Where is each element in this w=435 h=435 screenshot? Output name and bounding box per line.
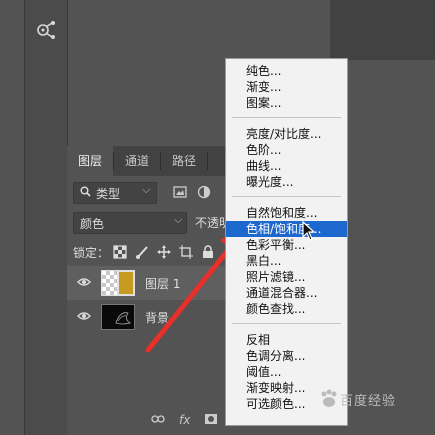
move-icon[interactable] [157, 245, 171, 259]
blend-mode-select[interactable]: 颜色 ⌵ [73, 212, 187, 234]
lock-label: 锁定： [73, 246, 110, 260]
tab-layers[interactable]: 图层 [67, 146, 113, 176]
puppet-warp-icon [37, 21, 55, 39]
search-icon [80, 186, 91, 200]
menu-item[interactable]: 色彩平衡... [226, 237, 347, 253]
image-filter-icon[interactable] [173, 185, 187, 199]
layer-thumbnail [101, 304, 135, 330]
layer-name[interactable]: 背景 [145, 309, 169, 326]
watermark-text: 百度经验 [340, 394, 397, 409]
tab-divider [207, 152, 208, 170]
brush-icon[interactable] [135, 245, 149, 259]
mouse-cursor-icon [302, 221, 316, 241]
tab-channels[interactable]: 通道 [114, 146, 160, 176]
menu-item[interactable]: 色调分离... [226, 348, 347, 364]
filter-type-select[interactable]: 类型 ⌵ [73, 182, 157, 204]
menu-item[interactable]: 通道混合器... [226, 285, 347, 301]
tools-panel [0, 0, 68, 435]
lock-transparent-icon[interactable] [113, 245, 127, 259]
menu-item[interactable]: 亮度/对比度... [226, 126, 347, 142]
fx-button[interactable]: fx [179, 413, 190, 427]
blend-mode-label: 颜色 [80, 217, 105, 231]
layer-row-background[interactable]: 背景 [67, 300, 227, 334]
menu-item[interactable]: 色相/饱和度... [226, 221, 347, 237]
menu-item[interactable]: 纯色... [226, 63, 347, 79]
chevron-down-icon: ⌵ [142, 183, 151, 196]
menu-item[interactable]: 颜色查找... [226, 301, 347, 317]
menu-item[interactable]: 黑白... [226, 253, 347, 269]
panel-tabs: 图层 通道 路径 [67, 146, 227, 176]
tool-column [24, 0, 68, 435]
mask-icon[interactable] [205, 413, 217, 427]
lock-icon[interactable] [201, 245, 215, 259]
background-image [115, 312, 131, 325]
menu-item[interactable]: 曝光度... [226, 174, 347, 190]
menu-item[interactable]: 阈值... [226, 364, 347, 380]
tab-paths[interactable]: 路径 [161, 146, 207, 176]
menu-separator [232, 323, 341, 324]
layer-row-layer-1[interactable]: 图层 1 [67, 266, 227, 300]
menu-item[interactable]: 曲线... [226, 158, 347, 174]
layer-name[interactable]: 图层 1 [145, 275, 180, 292]
adjustment-layer-menu: 纯色... 渐变... 图案... 亮度/对比度... 色阶... 曲线... 曝光度...… [225, 58, 348, 426]
eye-icon[interactable] [77, 277, 91, 287]
menu-item[interactable]: 反相 [226, 332, 347, 348]
puppet-warp-tool-button[interactable] [32, 16, 60, 44]
menu-item[interactable]: 渐变... [226, 79, 347, 95]
link-icon[interactable] [151, 413, 165, 427]
menu-item[interactable]: 图案... [226, 95, 347, 111]
adjustment-filter-icon[interactable] [197, 185, 211, 199]
filter-type-label: 类型 [96, 187, 121, 201]
layer-fill-swatch [117, 270, 135, 296]
layers-bottom-bar: fx [67, 406, 227, 435]
eye-icon[interactable] [77, 311, 91, 321]
watermark: 百度经验 [318, 380, 430, 420]
artboard-icon[interactable] [179, 245, 193, 259]
menu-separator [232, 117, 341, 118]
paw-logo-icon [321, 389, 337, 407]
canvas-edge [330, 0, 435, 60]
menu-separator [232, 196, 341, 197]
menu-item[interactable]: 色阶... [226, 142, 347, 158]
chevron-down-icon: ⌵ [174, 213, 183, 226]
menu-item[interactable]: 照片滤镜... [226, 269, 347, 285]
menu-item[interactable]: 自然饱和度... [226, 205, 347, 221]
